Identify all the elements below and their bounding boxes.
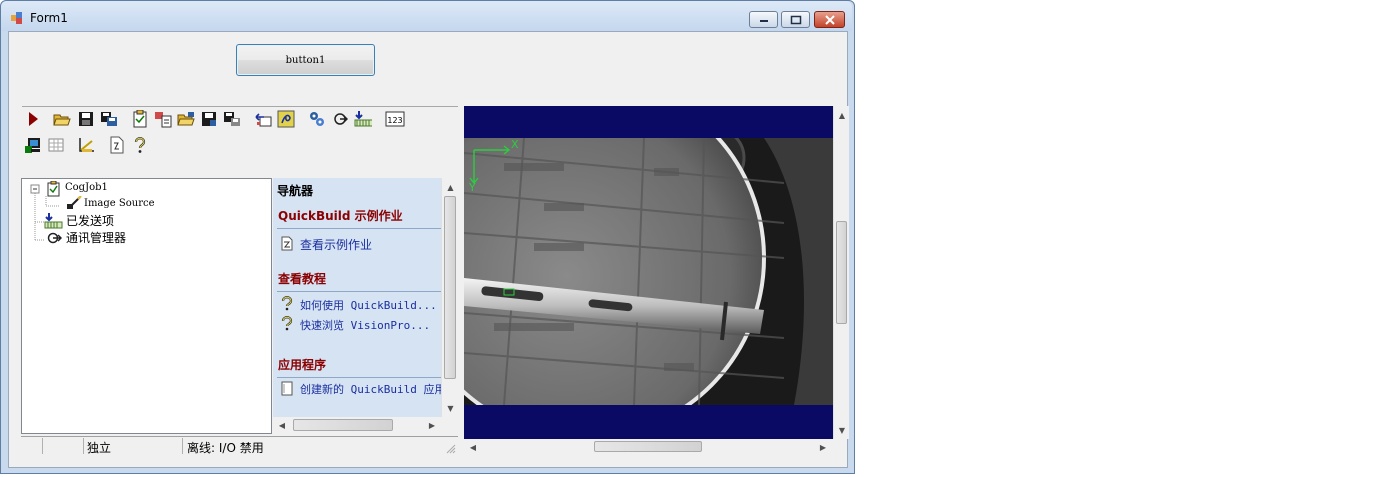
tree-item-image-source[interactable]: Image Source bbox=[84, 198, 155, 209]
title-bar[interactable] bbox=[1, 1, 852, 31]
status-mode: 独立 bbox=[87, 441, 112, 455]
scroll-down-arrow-icon[interactable]: ▼ bbox=[442, 401, 459, 415]
section-tutorials-title: 查看教程 bbox=[278, 272, 327, 286]
scroll-thumb[interactable] bbox=[293, 419, 393, 431]
status-separator bbox=[42, 438, 43, 454]
status-separator bbox=[83, 438, 84, 454]
measure-icon[interactable] bbox=[77, 136, 95, 154]
tree-item-cogjob1[interactable]: CogJob1 bbox=[65, 182, 108, 193]
close-button[interactable] bbox=[814, 11, 845, 28]
settings-icon[interactable] bbox=[308, 110, 326, 128]
scroll-right-arrow-icon[interactable]: ▶ bbox=[425, 418, 439, 433]
display-vertical-scrollbar[interactable]: ▲ ▼ bbox=[833, 106, 849, 439]
tree-item-posted-items[interactable]: 已发送项 bbox=[66, 212, 114, 229]
resize-grip-icon[interactable] bbox=[446, 443, 456, 454]
image-display[interactable]: X Y bbox=[464, 106, 833, 439]
save-all-icon[interactable] bbox=[100, 110, 118, 128]
close-icon bbox=[824, 14, 835, 25]
grid-icon[interactable] bbox=[47, 136, 65, 154]
help-question-icon bbox=[281, 296, 295, 312]
status-bar: 独立 离线: I/O 禁用 bbox=[21, 436, 458, 455]
job-properties-icon[interactable] bbox=[131, 110, 149, 128]
section-divider bbox=[277, 228, 441, 229]
link-create-quickbuild-app[interactable]: 创建新的 QuickBuild 应用 bbox=[300, 381, 441, 397]
scroll-thumb[interactable] bbox=[594, 441, 702, 452]
scroll-thumb[interactable] bbox=[444, 196, 456, 379]
posted-items-icon[interactable] bbox=[354, 110, 372, 128]
navigator-vertical-scrollbar[interactable]: ▲ ▼ bbox=[441, 178, 458, 417]
scroll-right-arrow-icon[interactable]: ▶ bbox=[816, 440, 830, 454]
maximize-icon bbox=[790, 15, 801, 24]
link-how-to-use-quickbuild[interactable]: 如何使用 QuickBuild... bbox=[300, 297, 437, 313]
sample-doc-icon bbox=[281, 236, 295, 252]
toolbar-divider bbox=[22, 106, 458, 107]
section-applications-title: 应用程序 bbox=[278, 358, 327, 372]
scroll-up-arrow-icon[interactable]: ▲ bbox=[834, 108, 850, 122]
comm-manager-icon bbox=[46, 230, 63, 246]
svg-text:123: 123 bbox=[387, 116, 402, 125]
section-sample-jobs-title: QuickBuild 示例作业 bbox=[278, 209, 403, 223]
scroll-left-arrow-icon[interactable]: ◀ bbox=[275, 418, 289, 433]
scroll-down-arrow-icon[interactable]: ▼ bbox=[834, 423, 850, 437]
scroll-up-arrow-icon[interactable]: ▲ bbox=[442, 180, 459, 194]
import-icon[interactable] bbox=[154, 110, 172, 128]
question-icon[interactable] bbox=[131, 136, 149, 154]
window-title: Form1 bbox=[30, 11, 68, 25]
display-horizontal-scrollbar[interactable]: ◀ ▶ bbox=[464, 439, 833, 455]
numeric-icon[interactable]: 123 bbox=[385, 110, 405, 128]
help-question-icon bbox=[281, 316, 295, 332]
minimize-icon bbox=[759, 19, 768, 22]
status-separator bbox=[182, 438, 183, 454]
scroll-thumb[interactable] bbox=[836, 221, 847, 324]
section-divider bbox=[277, 377, 441, 378]
navigator-horizontal-scrollbar[interactable]: ◀ ▶ bbox=[273, 417, 441, 434]
reset-icon[interactable] bbox=[254, 110, 272, 128]
navigator-panel: 导航器 QuickBuild 示例作业 查看示例作业 查看教程 如何使用 Qui… bbox=[273, 178, 441, 417]
camera-image: X Y bbox=[464, 138, 833, 405]
new-app-icon bbox=[281, 381, 295, 397]
x-axis-label: X bbox=[511, 138, 519, 151]
section-divider bbox=[277, 291, 441, 292]
status-connection: 离线: I/O 禁用 bbox=[187, 441, 264, 455]
image-source-icon bbox=[66, 195, 82, 210]
y-axis-label: Y bbox=[469, 181, 476, 194]
minimize-button[interactable] bbox=[749, 11, 778, 28]
refresh-icon[interactable] bbox=[331, 110, 349, 128]
scroll-left-arrow-icon[interactable]: ◀ bbox=[466, 440, 480, 454]
save-icon[interactable] bbox=[77, 110, 95, 128]
run-icon[interactable] bbox=[24, 110, 42, 128]
job-icon bbox=[47, 180, 61, 197]
help-topic-icon[interactable] bbox=[277, 110, 295, 128]
tree-item-comm-manager[interactable]: 通讯管理器 bbox=[66, 229, 126, 246]
display-icon[interactable] bbox=[24, 136, 42, 154]
open-job-icon[interactable] bbox=[177, 110, 195, 128]
job-tree-view[interactable]: CogJob1 Image Source 已发送项 通讯管理器 bbox=[21, 178, 272, 434]
maximize-button[interactable] bbox=[781, 11, 810, 28]
navigator-title: 导航器 bbox=[277, 184, 314, 198]
open-folder-icon[interactable] bbox=[53, 110, 71, 128]
document-icon[interactable] bbox=[108, 136, 126, 154]
link-view-samples[interactable]: 查看示例作业 bbox=[300, 236, 372, 253]
link-visionpro-tour[interactable]: 快速浏览 VisionPro... bbox=[300, 317, 430, 333]
save-job-as-icon[interactable] bbox=[223, 110, 241, 128]
posted-items-tree-icon bbox=[44, 213, 64, 229]
button1[interactable]: button1 bbox=[236, 44, 375, 76]
app-icon bbox=[10, 11, 24, 25]
save-job-icon[interactable] bbox=[200, 110, 218, 128]
